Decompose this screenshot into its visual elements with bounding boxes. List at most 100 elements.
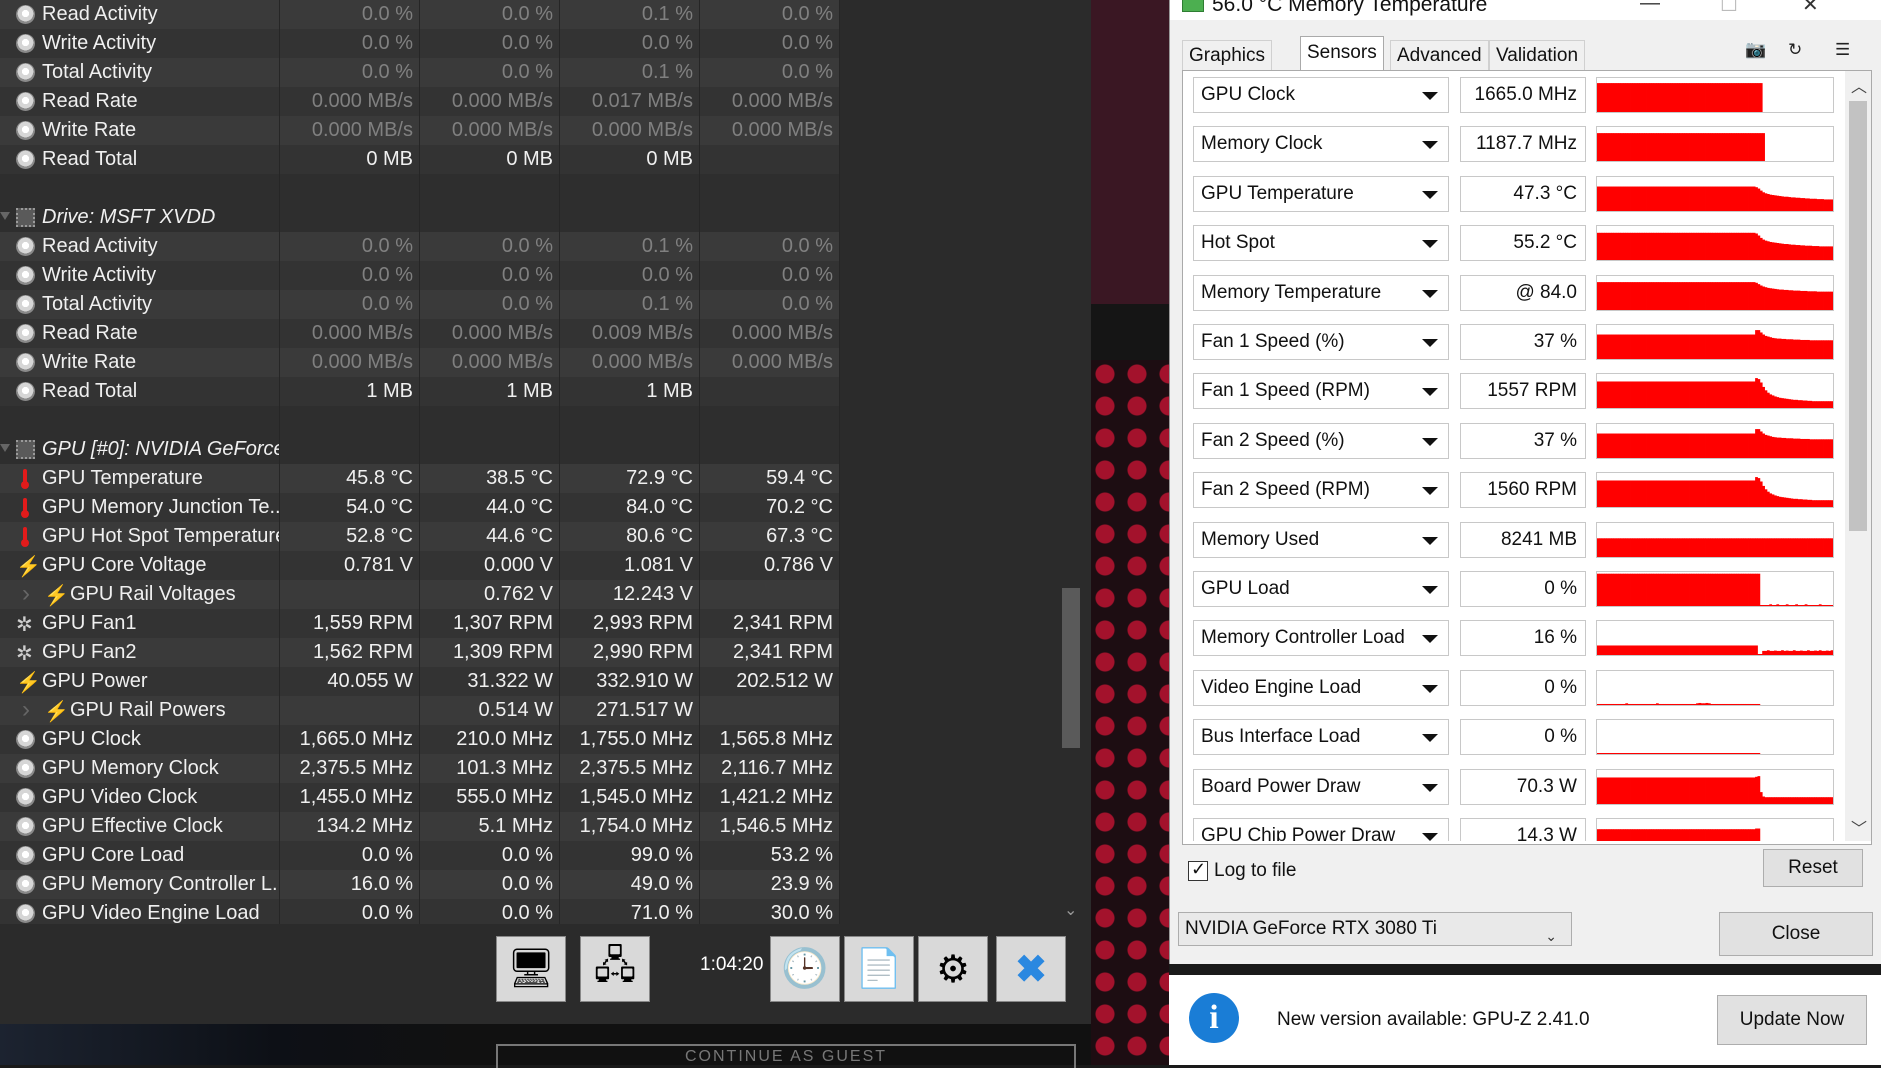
chevron-right-icon[interactable] bbox=[18, 696, 37, 724]
sensor-row[interactable]: GPU Fan11,559 RPM1,307 RPM2,993 RPM2,341… bbox=[0, 609, 840, 638]
dropdown-arrow-icon[interactable] bbox=[1422, 339, 1438, 347]
tab-graphics-card[interactable]: Graphics Card bbox=[1182, 40, 1273, 96]
graph-bar bbox=[1738, 703, 1742, 705]
sensor-row[interactable]: GPU Effective Clock 134.2 MHz 5.1 MHz 1,754… bbox=[0, 812, 840, 841]
camera-icon[interactable]: 📷 bbox=[1745, 40, 1766, 60]
settings-button[interactable]: ⚙ bbox=[918, 936, 988, 1002]
dropdown-arrow-icon[interactable] bbox=[1422, 783, 1438, 792]
sensor-row[interactable]: Write Activity 0.0 % 0.0 % 0.0 % 0.0 % bbox=[0, 29, 840, 58]
gpu-select[interactable]: NVIDIA GeForce RTX 3080 Ti ⌄ bbox=[1178, 912, 1572, 946]
sensor-table-scrollbar[interactable]: ⌄ bbox=[1058, 0, 1084, 924]
sensor-section-header[interactable]: Drive: MSFT XVDD bbox=[0, 203, 840, 232]
sensor-table[interactable]: Read Activity 0.0 % 0.0 % 0.1 % 0.0 % Write A… bbox=[0, 0, 840, 924]
sensor-row[interactable]: GPU Temperature 45.8 °C 38.5 °C 72.9 °C 59.4… bbox=[0, 464, 840, 493]
sensor-row[interactable]: GPU Power40.055 W31.322 W332.910 W202.51… bbox=[0, 667, 840, 696]
dropdown-arrow-icon[interactable] bbox=[1422, 734, 1438, 743]
sensor-name-dropdown[interactable]: GPU Chip Power Draw bbox=[1193, 818, 1449, 841]
network-icon-button[interactable]: 🖧 bbox=[580, 936, 650, 1002]
monitor-icon-button[interactable]: 🖥 bbox=[496, 936, 566, 1002]
sensor-section-header[interactable]: GPU [#0]: NVIDIA GeForce... bbox=[0, 435, 840, 464]
scroll-down-arrow-icon[interactable]: ⌄ bbox=[1064, 900, 1077, 920]
dropdown-arrow-icon[interactable] bbox=[1422, 141, 1438, 150]
dropdown-arrow-icon[interactable] bbox=[1422, 684, 1438, 693]
sensor-row[interactable]: GPU Hot Spot Temperature 52.8 °C 44.6 °C 80… bbox=[0, 522, 840, 551]
sensor-list-scrollbar[interactable]: ︿ ﹀ bbox=[1845, 71, 1871, 841]
update-now-button[interactable]: Update Now bbox=[1717, 995, 1867, 1045]
sensor-name-dropdown[interactable]: Fan 1 Speed (RPM) bbox=[1193, 373, 1449, 410]
sensor-row[interactable]: Write Rate 0.000 MB/s 0.000 MB/s 0.000 MB/s… bbox=[0, 116, 840, 145]
sensor-name-dropdown[interactable]: Memory Controller Load bbox=[1193, 620, 1449, 657]
dropdown-arrow-icon[interactable] bbox=[1422, 536, 1438, 545]
sensor-row[interactable]: Read Rate 0.000 MB/s 0.000 MB/s 0.017 MB/s 0… bbox=[0, 87, 840, 116]
dropdown-arrow-icon[interactable] bbox=[1422, 289, 1438, 298]
dropdown-arrow-icon[interactable] bbox=[1422, 388, 1438, 397]
dropdown-arrow-icon[interactable] bbox=[1422, 190, 1438, 199]
dropdown-arrow-icon[interactable] bbox=[1422, 833, 1438, 841]
sensor-row[interactable]: Total Activity 0.0 % 0.0 % 0.1 % 0.0 % bbox=[0, 58, 840, 87]
dropdown-arrow-icon[interactable] bbox=[1422, 437, 1438, 446]
continue-as-guest-button[interactable]: CONTINUE AS GUEST bbox=[496, 1044, 1076, 1068]
sensor-name-dropdown[interactable]: Fan 2 Speed (RPM) bbox=[1193, 472, 1449, 509]
scroll-down-icon[interactable]: ﹀ bbox=[1851, 815, 1867, 839]
sensor-name-dropdown[interactable]: Board Power Draw bbox=[1193, 768, 1449, 805]
close-button[interactable]: Close bbox=[1719, 912, 1873, 956]
sensor-row[interactable]: Read Rate 0.000 MB/s 0.000 MB/s 0.009 MB/s 0… bbox=[0, 319, 840, 348]
dropdown-arrow-icon[interactable] bbox=[1422, 635, 1438, 644]
dropdown-arrow-icon[interactable] bbox=[1422, 487, 1438, 496]
sensor-row[interactable]: GPU Memory Junction Te... 54.0 °C 44.0 °C 8… bbox=[0, 493, 840, 522]
sensor-row[interactable]: Write Rate 0.000 MB/s 0.000 MB/s 0.000 MB/s… bbox=[0, 348, 840, 377]
sensor-row[interactable]: Read Activity 0.0 % 0.0 % 0.1 % 0.0 % bbox=[0, 232, 840, 261]
sensor-row[interactable]: GPU Video Clock 1,455.0 MHz 555.0 MHz 1,545… bbox=[0, 783, 840, 812]
dropdown-arrow-icon[interactable] bbox=[1422, 92, 1438, 100]
refresh-icon[interactable]: ↻ bbox=[1788, 40, 1802, 60]
tab-sensors[interactable]: Sensors bbox=[1300, 36, 1384, 70]
clock-button[interactable]: 🕒 bbox=[770, 936, 840, 1002]
log-file-button[interactable]: 📄 bbox=[844, 936, 914, 1002]
sensor-name-dropdown[interactable]: Memory Clock bbox=[1193, 126, 1449, 163]
sensor-row[interactable]: GPU Rail Voltages0.762 V12.243 V bbox=[0, 580, 840, 609]
close-sensors-button[interactable]: ✖ bbox=[996, 936, 1066, 1002]
collapse-triangle-icon[interactable] bbox=[0, 212, 10, 220]
graph-bar bbox=[1771, 605, 1775, 606]
sensor-row[interactable]: Total Activity 0.0 % 0.0 % 0.1 % 0.0 % bbox=[0, 290, 840, 319]
sensor-row[interactable]: GPU Clock 1,665.0 MHz 210.0 MHz 1,755.0 MHz… bbox=[0, 725, 840, 754]
sensor-name-dropdown[interactable]: Video Engine Load bbox=[1193, 669, 1449, 706]
dropdown-arrow-icon[interactable] bbox=[1422, 240, 1438, 249]
scrollbar-thumb[interactable] bbox=[1849, 101, 1867, 531]
chevron-right-icon[interactable] bbox=[18, 580, 37, 608]
scroll-up-icon[interactable]: ︿ bbox=[1851, 73, 1867, 97]
sensor-row[interactable]: Read Total 0 MB 0 MB 0 MB bbox=[0, 145, 840, 174]
minimize-icon[interactable]: — bbox=[1640, 0, 1660, 15]
sensor-name-dropdown[interactable]: GPU Clock bbox=[1193, 77, 1449, 113]
sensor-row[interactable]: Read Total 1 MB 1 MB 1 MB bbox=[0, 377, 840, 406]
sensor-name-dropdown[interactable]: GPU Temperature bbox=[1193, 175, 1449, 212]
sensor-row[interactable]: GPU Memory Controller L... 16.0 % 0.0 % 49.… bbox=[0, 870, 840, 899]
sensor-name-dropdown[interactable]: Bus Interface Load bbox=[1193, 719, 1449, 756]
sensor-row[interactable]: GPU Memory Clock 2,375.5 MHz 101.3 MHz 2,37… bbox=[0, 754, 840, 783]
sensor-row[interactable]: GPU Fan21,562 RPM1,309 RPM2,990 RPM2,341… bbox=[0, 638, 840, 667]
menu-icon[interactable]: ☰ bbox=[1835, 40, 1850, 60]
sensor-row[interactable]: GPU Core Voltage0.781 V0.000 V1.081 V0.7… bbox=[0, 551, 840, 580]
sensor-name-dropdown[interactable]: Memory Temperature bbox=[1193, 274, 1449, 311]
sensor-name-dropdown[interactable]: GPU Load bbox=[1193, 571, 1449, 607]
sensor-name-dropdown[interactable]: Fan 2 Speed (%) bbox=[1193, 422, 1449, 459]
checkbox-checked-icon[interactable] bbox=[1188, 859, 1208, 881]
sensor-row[interactable]: Read Activity 0.0 % 0.0 % 0.1 % 0.0 % bbox=[0, 0, 840, 29]
maximize-icon[interactable]: ☐ bbox=[1720, 0, 1738, 17]
close-window-icon[interactable]: ✕ bbox=[1802, 0, 1819, 17]
sensor-name-dropdown[interactable]: Memory Used bbox=[1193, 521, 1449, 558]
sensor-row[interactable]: GPU Rail Powers0.514 W271.517 W bbox=[0, 696, 840, 725]
sensor-name-dropdown[interactable]: Hot Spot bbox=[1193, 225, 1449, 262]
sensor-row[interactable]: GPU Video Engine Load 0.0 % 0.0 % 71.0 % 30.… bbox=[0, 899, 840, 924]
sensor-name-dropdown[interactable]: Fan 1 Speed (%) bbox=[1193, 324, 1449, 360]
sensor-row[interactable]: Write Activity 0.0 % 0.0 % 0.0 % 0.0 % bbox=[0, 261, 840, 290]
chip-icon bbox=[16, 440, 35, 459]
sensor-row[interactable]: GPU Core Load 0.0 % 0.0 % 99.0 % 53.2 % bbox=[0, 841, 840, 870]
scrollbar-thumb[interactable] bbox=[1062, 588, 1080, 748]
sensor-name: Total Activity bbox=[0, 58, 280, 87]
dropdown-arrow-icon[interactable] bbox=[1422, 586, 1438, 594]
tab-validation[interactable]: Validation bbox=[1489, 40, 1586, 70]
reset-button[interactable]: Reset bbox=[1763, 849, 1863, 887]
collapse-triangle-icon[interactable] bbox=[0, 444, 10, 452]
tab-advanced[interactable]: Advanced bbox=[1390, 40, 1489, 70]
